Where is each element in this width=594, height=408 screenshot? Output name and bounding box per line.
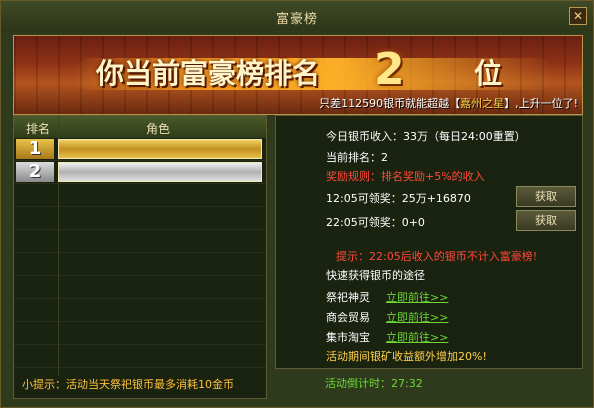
window-title: 富豪榜: [275, 12, 318, 27]
quick-routes-title: 快速获得银币的途径: [326, 269, 425, 282]
table-row: [14, 276, 266, 299]
route-worship-link[interactable]: 立即前往>>: [386, 289, 448, 305]
route-worship: 祭祀神灵: [326, 291, 370, 304]
column-header-role: 角色: [146, 122, 171, 136]
table-row: [14, 253, 266, 276]
banner-headline: 你当前富豪榜排名: [96, 57, 321, 90]
claim-2205: 22:05可领奖：0+0: [326, 216, 425, 229]
rank-badge-silver: 2: [16, 162, 54, 182]
banner-rank-number: 2: [374, 44, 405, 95]
banner-note-prefix: 只差112590银币就能超越【: [319, 97, 461, 110]
table-row[interactable]: 2: [14, 161, 266, 184]
event-countdown: 活动倒计时：27:32: [325, 377, 423, 390]
banner-note-name: 嘉州之星: [460, 97, 505, 110]
income-info-panel: 今日银币收入：33万（每日24:00重置） 当前排名：2 奖励规则：排名奖励+5…: [275, 115, 583, 369]
table-row: [14, 207, 266, 230]
claim-1205: 12:05可领奖：25万+16870: [326, 192, 471, 205]
claim-button-2205[interactable]: 获取: [516, 210, 576, 231]
banner-note: 只差112590银币就能超越【嘉州之星】,上升一位了!: [319, 95, 578, 111]
route-trade-link[interactable]: 立即前往>>: [386, 309, 448, 325]
table-row: [14, 299, 266, 322]
income-today: 今日银币收入：33万（每日24:00重置）: [326, 130, 526, 143]
table-row: [14, 345, 266, 368]
table-row: [14, 184, 266, 207]
table-header: 排名 角色: [14, 116, 266, 138]
warning-text: 提示：22:05后收入的银币不计入富豪榜!: [336, 250, 538, 263]
bonus-text: 活动期间银矿收益额外增加20%!: [326, 350, 487, 363]
claim-button-1205[interactable]: 获取: [516, 186, 576, 207]
player-bar-gold: [58, 139, 262, 159]
current-rank: 当前排名：2: [326, 151, 388, 164]
column-header-rank: 排名: [26, 122, 51, 136]
player-bar-silver: [58, 162, 262, 182]
rank-banner: 你当前富豪榜排名 2 位 只差112590银币就能超越【嘉州之星】,上升一位了!: [13, 35, 583, 115]
rich-list-window: 富豪榜 ✕ 你当前富豪榜排名 2 位 只差112590银币就能超越【嘉州之星】,…: [0, 0, 594, 408]
table-row: [14, 322, 266, 345]
table-row: [14, 230, 266, 253]
reward-rule: 奖励规则：排名奖励+5%的收入: [326, 170, 485, 183]
route-trade: 商会贸易: [326, 311, 370, 324]
close-icon[interactable]: ✕: [569, 7, 587, 25]
banner-note-suffix: 】,上升一位了!: [504, 97, 578, 110]
banner-position-suffix: 位: [474, 57, 503, 90]
table-row[interactable]: 1: [14, 138, 266, 161]
rank-badge-gold: 1: [16, 139, 54, 159]
route-market-link[interactable]: 立即前往>>: [386, 329, 448, 345]
route-market: 集市淘宝: [326, 331, 370, 344]
title-bar: 富豪榜 ✕: [1, 1, 593, 31]
tip-text: 小提示：活动当天祭祀银币最多消耗10金币: [22, 378, 234, 391]
ranking-table: 排名 角色 1 2 小提示：活动当天祭祀银币最多消耗10金币: [13, 115, 267, 399]
